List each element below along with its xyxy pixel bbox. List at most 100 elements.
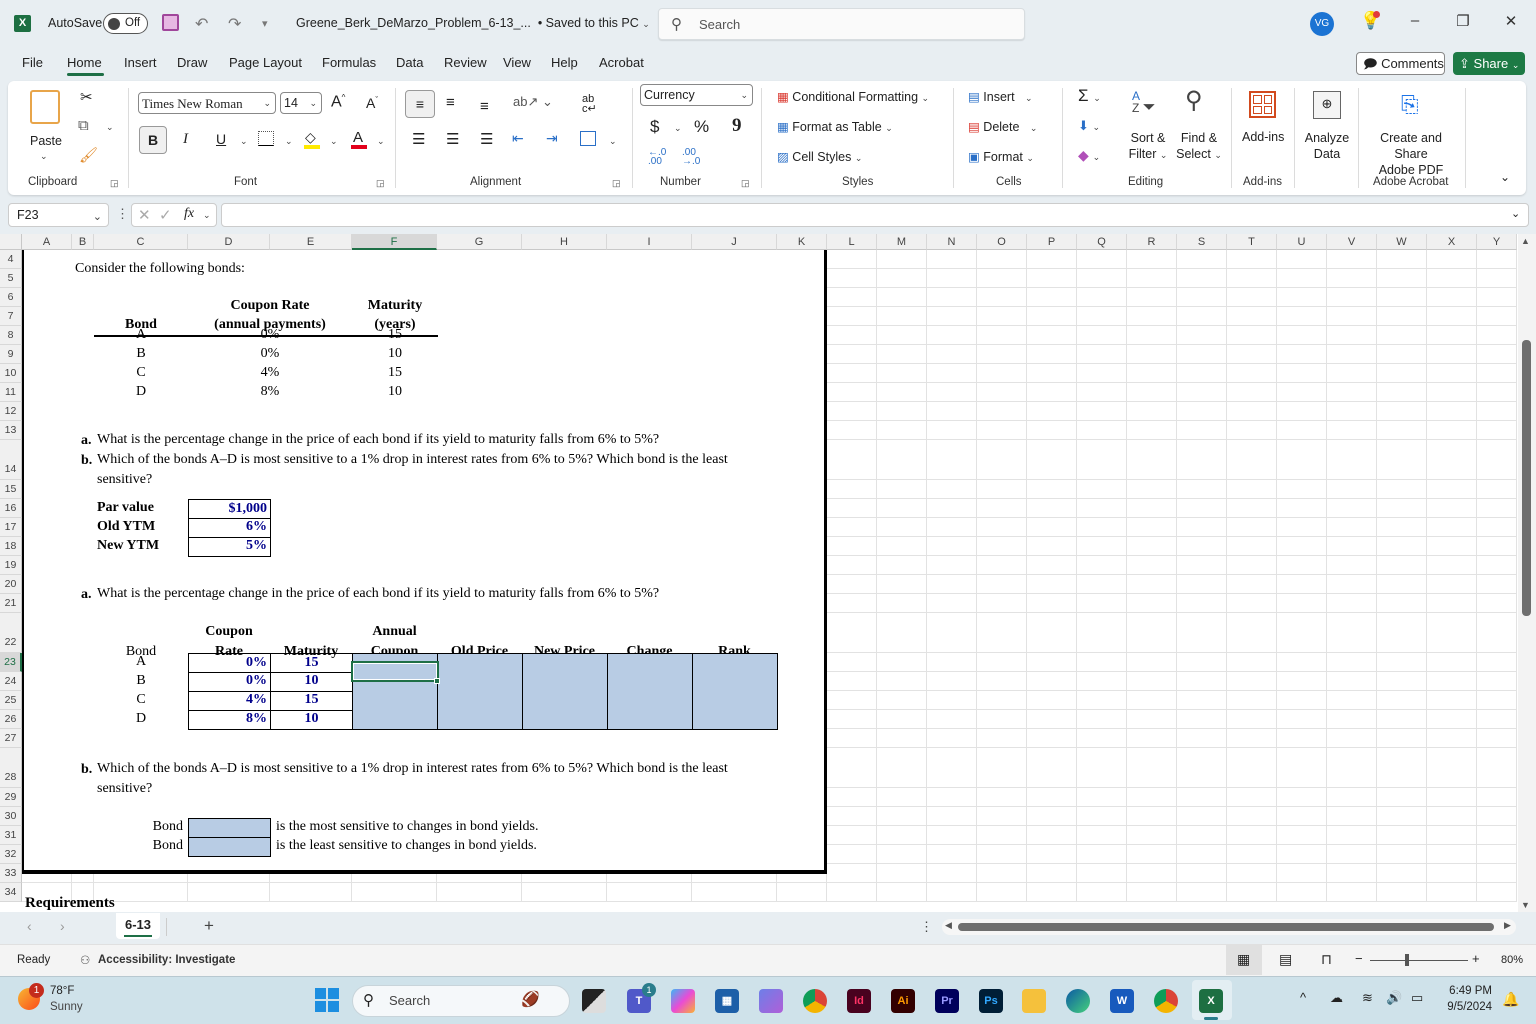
row-header-29[interactable]: 29 (0, 788, 22, 807)
answer-change-input[interactable] (607, 691, 693, 711)
tab-split-handle[interactable]: ⋮ (920, 919, 933, 935)
row-header-31[interactable]: 31 (0, 826, 22, 845)
answer-maturity[interactable]: 15 (270, 691, 353, 711)
edge-icon[interactable] (1066, 989, 1090, 1013)
file-explorer-icon[interactable] (1022, 989, 1046, 1013)
clear-icon[interactable]: ◆ ⌄ (1078, 147, 1100, 164)
align-center-icon[interactable]: ☰ (446, 130, 459, 148)
answer-maturity[interactable]: 15 (270, 653, 353, 673)
row-header-32[interactable]: 32 (0, 845, 22, 864)
row-header-16[interactable]: 16 (0, 499, 22, 518)
row-header-21[interactable]: 21 (0, 594, 22, 613)
zoom-slider-thumb[interactable] (1405, 954, 1410, 966)
decrease-decimal-icon[interactable]: .00 →.0 (682, 148, 700, 167)
row-header-18[interactable]: 18 (0, 537, 22, 556)
fill-icon[interactable]: ⬇ ⌄ (1078, 118, 1100, 134)
tab-acrobat[interactable]: Acrobat (599, 55, 644, 70)
analyze-data-icon[interactable]: ⊕ (1313, 91, 1341, 119)
answer-rank-input[interactable] (692, 710, 778, 730)
column-header-t[interactable]: T (1227, 234, 1277, 250)
page-layout-view-icon[interactable]: ▤ (1279, 951, 1292, 968)
answer-change-input[interactable] (607, 653, 693, 673)
answer-maturity[interactable]: 10 (270, 710, 353, 730)
tab-home[interactable]: Home (67, 55, 102, 70)
orientation-icon[interactable]: ab↗ ⌄ (513, 94, 553, 110)
cut-icon[interactable]: ✂ (80, 88, 93, 106)
row-header-10[interactable]: 10 (0, 364, 22, 383)
tab-draw[interactable]: Draw (177, 55, 207, 70)
row-header-17[interactable]: 17 (0, 518, 22, 537)
column-header-j[interactable]: J (692, 234, 777, 250)
prev-sheet-icon[interactable]: ‹ (27, 918, 32, 934)
row-header-34[interactable]: 34 (0, 883, 22, 902)
wrap-text-icon[interactable]: ab c↵ (582, 94, 597, 115)
answer-maturity[interactable]: 10 (270, 672, 353, 692)
column-header-f[interactable]: F (352, 234, 437, 250)
underline-dropdown[interactable]: ⌄ (240, 136, 248, 147)
italic-button[interactable]: I (183, 131, 188, 148)
paste-button[interactable]: Paste (30, 134, 62, 148)
fill-handle[interactable] (434, 678, 440, 684)
illustrator-icon[interactable]: Ai (891, 989, 915, 1013)
conditional-formatting-button[interactable]: ▦ Conditional Formatting ⌄ (777, 89, 929, 104)
answer-new-price-input[interactable] (522, 672, 608, 692)
merge-center-icon[interactable] (580, 131, 596, 146)
zoom-in-button[interactable]: + (1472, 951, 1480, 966)
row-header-15[interactable]: 15 (0, 480, 22, 499)
row-header-27[interactable]: 27 (0, 729, 22, 748)
column-header-y[interactable]: Y (1477, 234, 1517, 250)
column-header-s[interactable]: S (1177, 234, 1227, 250)
row-header-24[interactable]: 24 (0, 672, 22, 691)
indesign-icon[interactable]: Id (847, 989, 871, 1013)
copy-icon[interactable]: ⧉ (78, 117, 89, 134)
column-header-d[interactable]: D (188, 234, 270, 250)
find-select-button[interactable]: Find & Select ⌄ (1174, 130, 1224, 163)
notifications-icon[interactable]: 🔔 (1502, 991, 1519, 1008)
select-all-button[interactable] (0, 234, 22, 250)
weather-temp[interactable]: 78°F (50, 985, 74, 997)
align-left-icon[interactable]: ☰ (412, 130, 425, 148)
least-sensitive-input[interactable] (188, 837, 271, 857)
column-header-e[interactable]: E (270, 234, 352, 250)
column-header-b[interactable]: B (72, 234, 94, 250)
row-header-11[interactable]: 11 (0, 383, 22, 402)
microsoft-store-icon[interactable]: ▦ (715, 989, 739, 1013)
copy-dropdown[interactable]: ⌄ (106, 122, 114, 133)
answer-new-price-input[interactable] (522, 710, 608, 730)
close-button[interactable]: ✕ (1501, 12, 1521, 30)
accounting-dropdown[interactable]: ⌄ (674, 123, 682, 134)
autosum-icon[interactable]: Σ ⌄ (1078, 86, 1101, 106)
collapse-ribbon-icon[interactable]: ⌄ (1500, 170, 1510, 184)
answer-rank-input[interactable] (692, 653, 778, 673)
create-share-pdf-button[interactable]: Create and Share Adobe PDF (1362, 130, 1460, 178)
row-header-8[interactable]: 8 (0, 326, 22, 345)
borders-dropdown[interactable]: ⌄ (285, 136, 293, 147)
chrome-icon[interactable] (803, 989, 827, 1013)
formula-input[interactable] (221, 203, 1529, 227)
adobe-pdf-icon[interactable]: ⎘ (1401, 92, 1419, 118)
onedrive-icon[interactable]: ☁ (1330, 990, 1343, 1006)
row-header-13[interactable]: 13 (0, 421, 22, 440)
answer-change-input[interactable] (607, 672, 693, 692)
page-break-view-icon[interactable]: ⊓ (1321, 951, 1332, 968)
align-right-icon[interactable]: ☰ (480, 130, 493, 148)
decrease-indent-icon[interactable]: ⇤ (512, 130, 524, 147)
answer-rank-input[interactable] (692, 672, 778, 692)
zoom-out-button[interactable]: − (1355, 951, 1363, 966)
sort-filter-button[interactable]: Sort & Filter ⌄ (1126, 130, 1170, 163)
font-size-select[interactable]: 14 ⌄ (280, 92, 322, 114)
comma-style-button[interactable]: 9 (732, 115, 742, 137)
format-as-table-button[interactable]: ▦ Format as Table ⌄ (777, 119, 893, 134)
autosave-toggle[interactable]: Off (103, 13, 148, 34)
active-cell-F23[interactable] (351, 661, 439, 682)
document-title[interactable]: Greene_Berk_DeMarzo_Problem_6-13_... • S… (296, 16, 650, 30)
column-header-g[interactable]: G (437, 234, 522, 250)
tab-data[interactable]: Data (396, 55, 423, 70)
answer-coupon-rate[interactable]: 0% (188, 653, 271, 673)
tab-file[interactable]: File (22, 55, 43, 70)
answer-coupon-rate[interactable]: 4% (188, 691, 271, 711)
sort-filter-icon[interactable]: AZ ⏷ (1132, 90, 1156, 116)
column-header-h[interactable]: H (522, 234, 607, 250)
row-header-5[interactable]: 5 (0, 269, 22, 288)
column-header-x[interactable]: X (1427, 234, 1477, 250)
